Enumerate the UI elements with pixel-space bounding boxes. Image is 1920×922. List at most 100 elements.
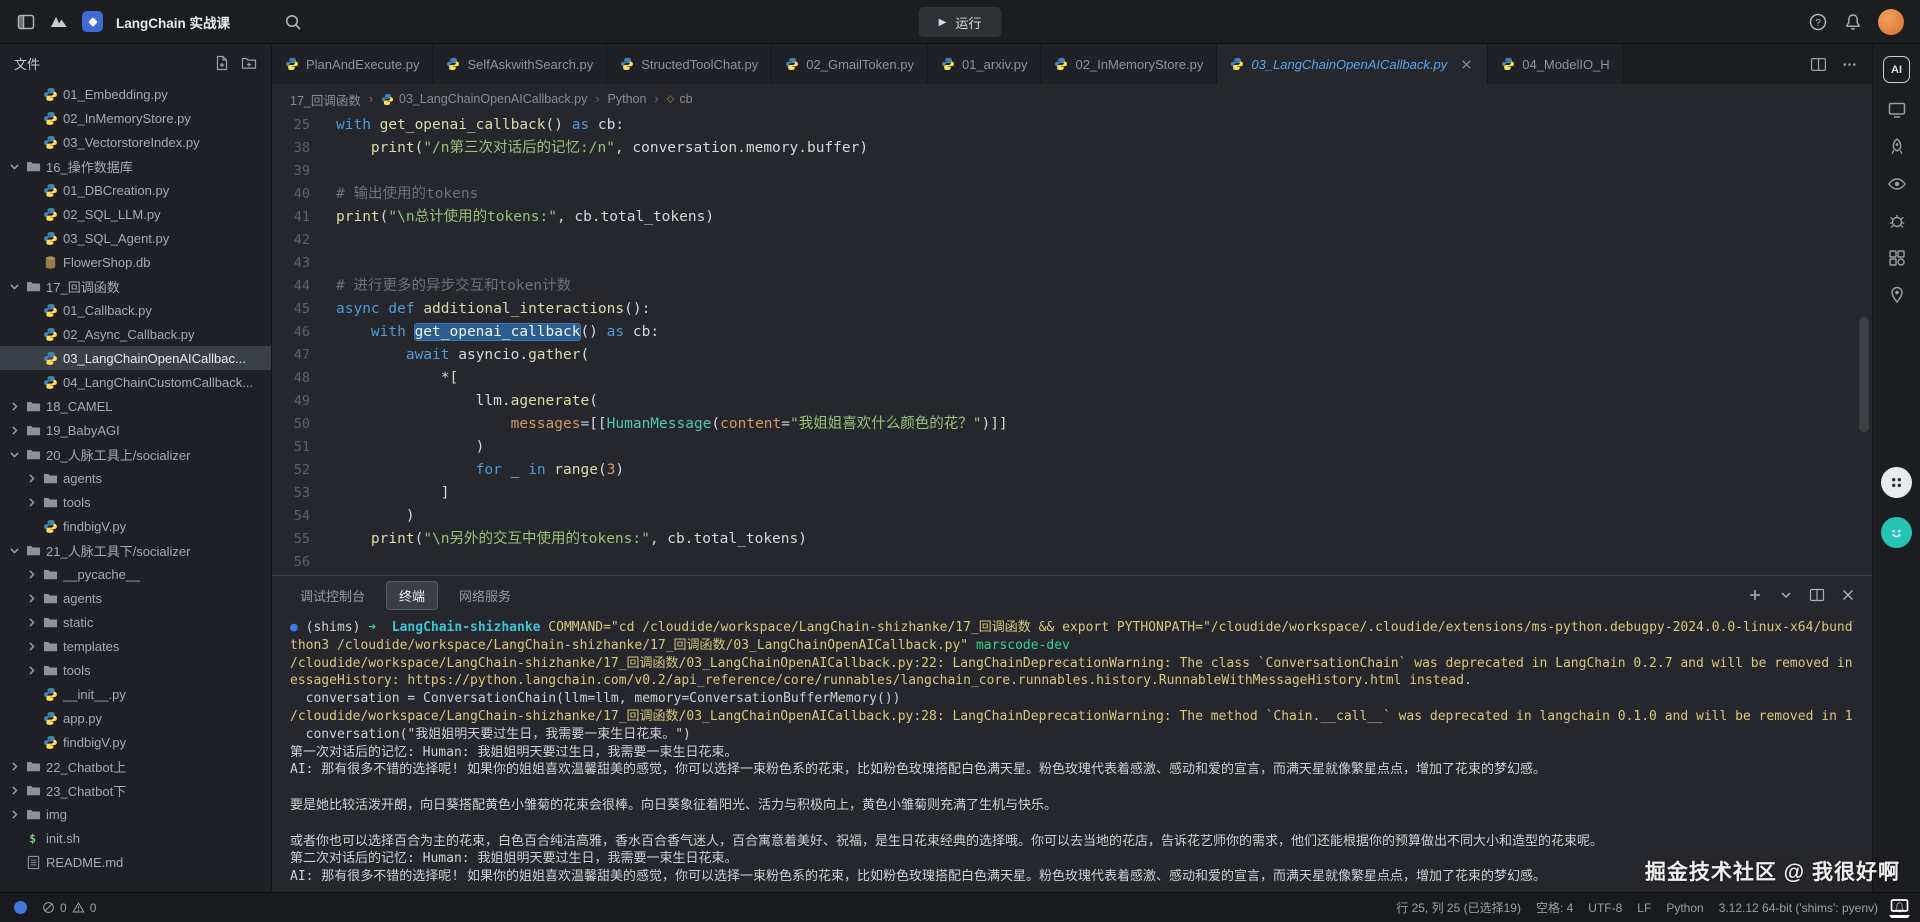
- tree-item[interactable]: 19_BabyAGI: [0, 418, 271, 442]
- code-line[interactable]: 39: [272, 160, 1872, 183]
- code-line[interactable]: 51 ): [272, 436, 1872, 459]
- search-icon[interactable]: [283, 12, 303, 32]
- code-line[interactable]: 52 for _ in range(3): [272, 459, 1872, 482]
- tree-item[interactable]: 02_InMemoryStore.py: [0, 106, 271, 130]
- code-line[interactable]: 42: [272, 229, 1872, 252]
- code-line[interactable]: 40# 输出使用的tokens: [272, 183, 1872, 206]
- code-line[interactable]: 56: [272, 551, 1872, 574]
- code-line[interactable]: 55 print("\n另外的交互中使用的tokens:", cb.total_…: [272, 528, 1872, 551]
- run-button[interactable]: ▶ 运行: [919, 7, 1002, 37]
- assistant-button[interactable]: [1881, 517, 1912, 548]
- tree-item[interactable]: 02_Async_Callback.py: [0, 322, 271, 346]
- code-line[interactable]: 45async def additional_interactions():: [272, 298, 1872, 321]
- panel-tab[interactable]: 网络服务: [447, 582, 523, 609]
- status-item[interactable]: Python: [1666, 901, 1703, 915]
- dropdown-icon[interactable]: [1778, 587, 1794, 603]
- editor-tab[interactable]: 02_InMemoryStore.py: [1041, 44, 1217, 84]
- tree-item[interactable]: img: [0, 802, 271, 826]
- code-line[interactable]: 47 await asyncio.gather(: [272, 344, 1872, 367]
- eye-icon[interactable]: [1887, 174, 1907, 194]
- code-line[interactable]: 25with get_openai_callback() as cb:: [272, 114, 1872, 137]
- tree-item[interactable]: 20_人脉工具上/socializer: [0, 442, 271, 466]
- tree-item[interactable]: static: [0, 610, 271, 634]
- editor-scrollbar[interactable]: [1859, 317, 1869, 432]
- tree-item[interactable]: agents: [0, 586, 271, 610]
- preview-icon[interactable]: [1887, 100, 1907, 120]
- tree-item[interactable]: templates: [0, 634, 271, 658]
- editor-tab[interactable]: 04_ModelIO_H: [1488, 44, 1623, 84]
- status-item[interactable]: LF: [1637, 901, 1651, 915]
- grid-icon[interactable]: [1887, 248, 1907, 268]
- tree-item[interactable]: 04_LangChainCustomCallback...: [0, 370, 271, 394]
- remote-indicator[interactable]: [14, 901, 27, 914]
- tree-item[interactable]: README.md: [0, 850, 271, 874]
- breadcrumb-item[interactable]: 03_LangChainOpenAICallback.py: [381, 92, 587, 106]
- tree-item[interactable]: __pycache__: [0, 562, 271, 586]
- tree-item[interactable]: 22_Chatbot上: [0, 754, 271, 778]
- app-logo[interactable]: [49, 12, 69, 32]
- new-file-icon[interactable]: [214, 55, 230, 71]
- tree-item[interactable]: 23_Chatbot下: [0, 778, 271, 802]
- bug-icon[interactable]: [1887, 211, 1907, 231]
- panel-tab[interactable]: 终端: [387, 582, 437, 609]
- rocket-icon[interactable]: [1887, 137, 1907, 157]
- breadcrumb-item[interactable]: ⬦cb: [667, 92, 693, 106]
- tree-item[interactable]: agents: [0, 466, 271, 490]
- code-editor[interactable]: 25with get_openai_callback() as cb:38 pr…: [272, 114, 1872, 575]
- code-line[interactable]: 43: [272, 252, 1872, 275]
- code-line[interactable]: 44# 进行更多的异步交互和token计数: [272, 275, 1872, 298]
- status-item[interactable]: UTF-8: [1588, 901, 1622, 915]
- close-icon[interactable]: [1459, 57, 1474, 72]
- status-item[interactable]: 3.12.12 64-bit ('shims': pyenv): [1719, 901, 1878, 915]
- tree-item[interactable]: findbigV.py: [0, 514, 271, 538]
- breadcrumb-item[interactable]: 17_回调函数: [290, 90, 361, 109]
- tree-item[interactable]: 17_回调函数: [0, 274, 271, 298]
- split-panel-icon[interactable]: [1809, 587, 1825, 603]
- tree-item[interactable]: 03_VectorstoreIndex.py: [0, 130, 271, 154]
- tree-item[interactable]: 01_DBCreation.py: [0, 178, 271, 202]
- tree-item[interactable]: 01_Callback.py: [0, 298, 271, 322]
- tree-item[interactable]: 16_操作数据库: [0, 154, 271, 178]
- editor-tab[interactable]: 01_arxiv.py: [928, 44, 1042, 84]
- tree-item[interactable]: __init__.py: [0, 682, 271, 706]
- more-actions-icon[interactable]: [1841, 56, 1858, 73]
- tree-item[interactable]: 03_SQL_Agent.py: [0, 226, 271, 250]
- project-name[interactable]: LangChain 实战课: [116, 12, 230, 32]
- code-line[interactable]: 54 ): [272, 505, 1872, 528]
- tree-item[interactable]: 02_SQL_LLM.py: [0, 202, 271, 226]
- code-line[interactable]: 48 *[: [272, 367, 1872, 390]
- code-line[interactable]: 38 print("/n第三次对话后的记忆:/n", conversation.…: [272, 137, 1872, 160]
- problems-indicator[interactable]: 0 0: [42, 901, 96, 915]
- new-folder-icon[interactable]: [241, 55, 257, 71]
- tree-item[interactable]: 01_Embedding.py: [0, 82, 271, 106]
- tree-item[interactable]: tools: [0, 490, 271, 514]
- sidebar-toggle-icon[interactable]: [16, 12, 36, 32]
- tree-item[interactable]: app.py: [0, 706, 271, 730]
- editor-tab[interactable]: StructedToolChat.py: [607, 44, 772, 84]
- code-line[interactable]: 50 messages=[[HumanMessage(content="我姐姐喜…: [272, 413, 1872, 436]
- add-terminal-icon[interactable]: [1747, 587, 1763, 603]
- tree-item[interactable]: 03_LangChainOpenAICallbac...: [0, 346, 271, 370]
- help-icon[interactable]: ?: [1808, 12, 1828, 32]
- tree-item[interactable]: FlowerShop.db: [0, 250, 271, 274]
- tree-item[interactable]: $init.sh: [0, 826, 271, 850]
- editor-tab[interactable]: 03_LangChainOpenAICallback.py: [1217, 44, 1488, 84]
- status-item[interactable]: 行 25, 列 25 (已选择19): [1396, 899, 1521, 916]
- code-line[interactable]: 46 with get_openai_callback() as cb:: [272, 321, 1872, 344]
- editor-tab[interactable]: 02_GmailToken.py: [772, 44, 928, 84]
- avatar[interactable]: [1878, 9, 1904, 35]
- code-line[interactable]: 49 llm.agenerate(: [272, 390, 1872, 413]
- bell-icon[interactable]: [1843, 12, 1863, 32]
- pin-icon[interactable]: [1887, 285, 1907, 305]
- tree-item[interactable]: tools: [0, 658, 271, 682]
- breadcrumb-item[interactable]: Python: [608, 92, 647, 106]
- status-item[interactable]: 空格: 4: [1536, 899, 1573, 916]
- panel-tab[interactable]: 调试控制台: [288, 582, 377, 609]
- editor-tab[interactable]: SelfAskwithSearch.py: [433, 44, 607, 84]
- split-editor-icon[interactable]: [1810, 56, 1827, 73]
- tree-item[interactable]: 21_人脉工具下/socializer: [0, 538, 271, 562]
- tree-item[interactable]: findbigV.py: [0, 730, 271, 754]
- apps-button[interactable]: [1881, 467, 1912, 498]
- code-line[interactable]: 53 ]: [272, 482, 1872, 505]
- close-panel-icon[interactable]: [1840, 587, 1856, 603]
